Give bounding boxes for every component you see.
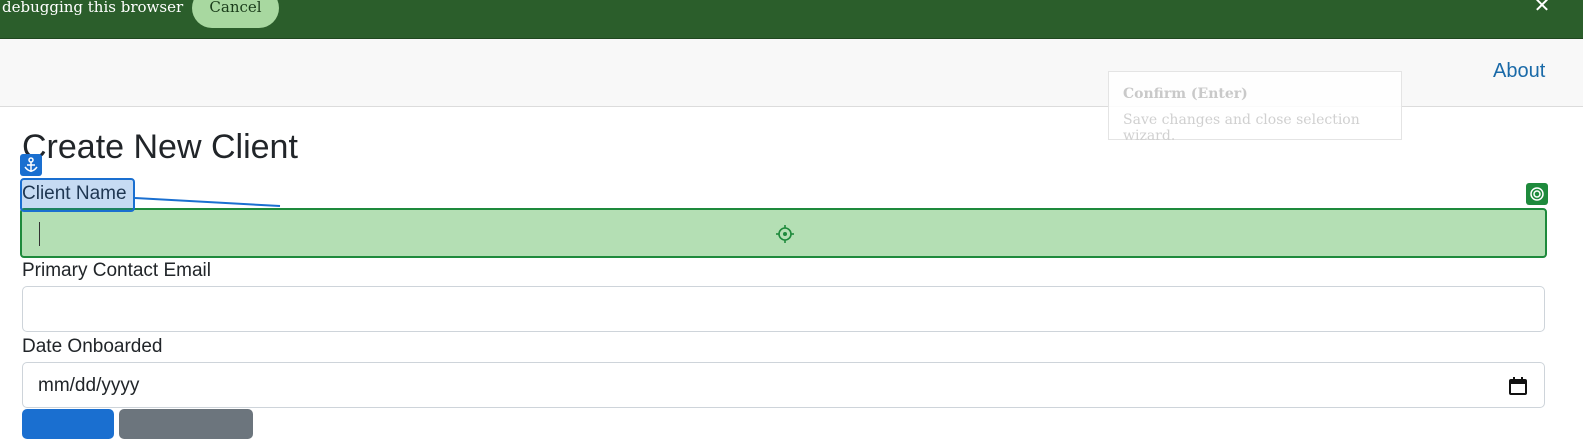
label-selection-box[interactable] (20, 178, 135, 212)
target-icon[interactable] (1526, 183, 1548, 205)
tooltip-title: Confirm (Enter) (1123, 86, 1248, 102)
text-caret (39, 222, 40, 246)
email-field[interactable] (22, 286, 1545, 332)
client-name-input[interactable] (20, 208, 1547, 258)
date-placeholder: mm/dd/yyyy (38, 375, 140, 396)
confirm-tooltip: Confirm (Enter) Save changes and close s… (1108, 71, 1402, 144)
create-button[interactable] (22, 409, 114, 439)
date-onboarded-input[interactable]: mm/dd/yyyy (22, 362, 1545, 408)
nav-link-about[interactable]: About (1493, 60, 1545, 83)
crosshair-icon[interactable] (776, 225, 794, 243)
calendar-icon[interactable] (1508, 376, 1528, 396)
email-label: Primary Contact Email (22, 260, 211, 281)
date-onboarded-label: Date Onboarded (22, 336, 163, 357)
back-button[interactable] (119, 409, 253, 439)
cancel-button[interactable]: Cancel (192, 0, 279, 28)
banner-message: debugging this browser (2, 0, 184, 16)
tooltip-description: Save changes and close selection wizard. (1123, 112, 1360, 144)
page-title: Create New Client (22, 128, 298, 166)
debug-banner: debugging this browser Cancel ✕ (0, 0, 1583, 39)
close-icon[interactable]: ✕ (1532, 0, 1552, 16)
anchor-icon[interactable] (20, 154, 42, 176)
